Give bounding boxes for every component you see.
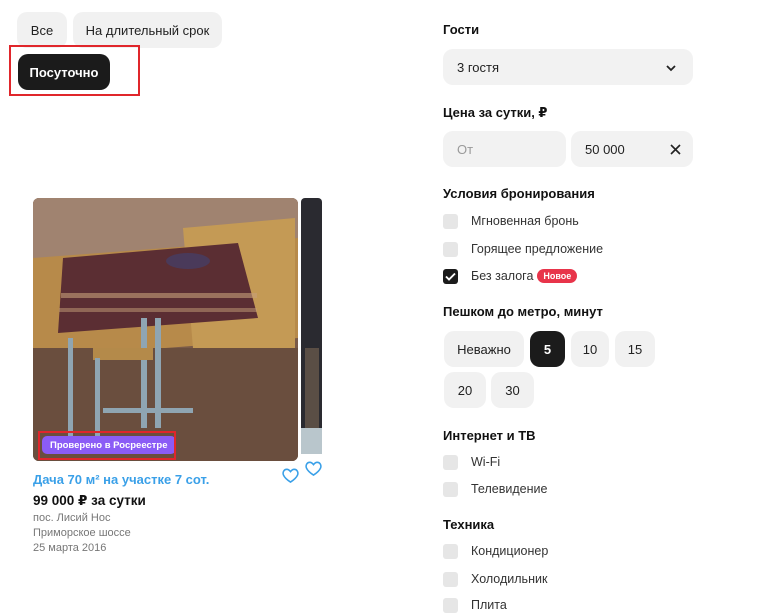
metro-label: Пешком до метро, минут — [443, 304, 603, 319]
new-badge: Новое — [537, 269, 578, 283]
checkbox[interactable] — [443, 213, 458, 229]
checkbox[interactable] — [443, 241, 458, 257]
listing-price: 99 000 ₽ за сутки — [33, 493, 146, 508]
checkbox[interactable] — [443, 543, 458, 559]
option-label: Мгновенная бронь — [471, 214, 579, 228]
appliance-option-ac[interactable]: Кондиционер — [443, 542, 548, 560]
favorite-icon-next[interactable] — [305, 460, 322, 481]
booking-option-hot[interactable]: Горящее предложение — [443, 240, 603, 258]
chevron-down-icon — [665, 61, 677, 76]
internet-option-wifi[interactable]: Wi-Fi — [443, 453, 500, 471]
next-listing-photo[interactable] — [301, 198, 322, 454]
checkbox[interactable] — [443, 597, 458, 613]
option-label: Телевидение — [471, 482, 548, 496]
option-label: Холодильник — [471, 572, 548, 586]
room-photo — [33, 198, 298, 461]
metro-option-15[interactable]: 15 — [615, 331, 655, 367]
option-label: Горящее предложение — [471, 242, 604, 256]
guests-label: Гости — [443, 22, 480, 37]
listing-address-line1: пос. Лисий Нос — [33, 512, 111, 524]
checkbox-checked[interactable] — [443, 268, 458, 284]
option-label: Без залога — [471, 269, 534, 283]
booking-label: Условия бронирования — [443, 186, 595, 201]
price-from-input[interactable]: От — [443, 131, 566, 167]
booking-option-instant[interactable]: Мгновенная бронь — [443, 212, 579, 230]
appliances-label: Техника — [443, 517, 495, 532]
appliance-option-fridge[interactable]: Холодильник — [443, 570, 547, 588]
highlight-daily-tab — [9, 45, 140, 96]
clear-icon[interactable] — [670, 143, 681, 158]
listing-photo[interactable] — [33, 198, 298, 461]
highlight-verified-badge — [38, 431, 176, 460]
checkbox[interactable] — [443, 481, 458, 497]
option-label: Wi-Fi — [471, 455, 501, 469]
checkbox[interactable] — [443, 571, 458, 587]
listing-address-line2: Приморское шоссе — [33, 527, 131, 539]
guests-select[interactable]: 3 гостя — [443, 49, 693, 85]
internet-option-tv[interactable]: Телевидение — [443, 480, 547, 498]
listing-title[interactable]: Дача 70 м² на участке 7 сот. — [33, 472, 209, 487]
price-to-input[interactable]: 50 000 — [571, 131, 693, 167]
tab-all[interactable]: Все — [17, 12, 67, 48]
metro-option-20[interactable]: 20 — [444, 372, 486, 408]
metro-option-10[interactable]: 10 — [571, 331, 609, 367]
check-icon — [445, 272, 456, 281]
guests-value: 3 гостя — [457, 59, 500, 75]
booking-option-no-deposit[interactable]: Без залога Новое — [443, 267, 578, 285]
listing-date: 25 марта 2016 — [33, 542, 107, 554]
checkbox[interactable] — [443, 454, 458, 470]
internet-label: Интернет и ТВ — [443, 428, 536, 443]
metro-option-30[interactable]: 30 — [491, 372, 534, 408]
option-label: Плита — [471, 598, 507, 612]
metro-option-5[interactable]: 5 — [530, 331, 565, 367]
tab-long-term[interactable]: На длительный срок — [73, 12, 222, 48]
price-to-value: 50 000 — [585, 141, 625, 157]
price-label: Цена за сутки, ₽ — [443, 105, 548, 120]
favorite-icon[interactable] — [282, 467, 299, 488]
option-label: Кондиционер — [471, 544, 549, 558]
appliance-option-stove[interactable]: Плита — [443, 596, 507, 614]
metro-option-any[interactable]: Неважно — [444, 331, 524, 367]
